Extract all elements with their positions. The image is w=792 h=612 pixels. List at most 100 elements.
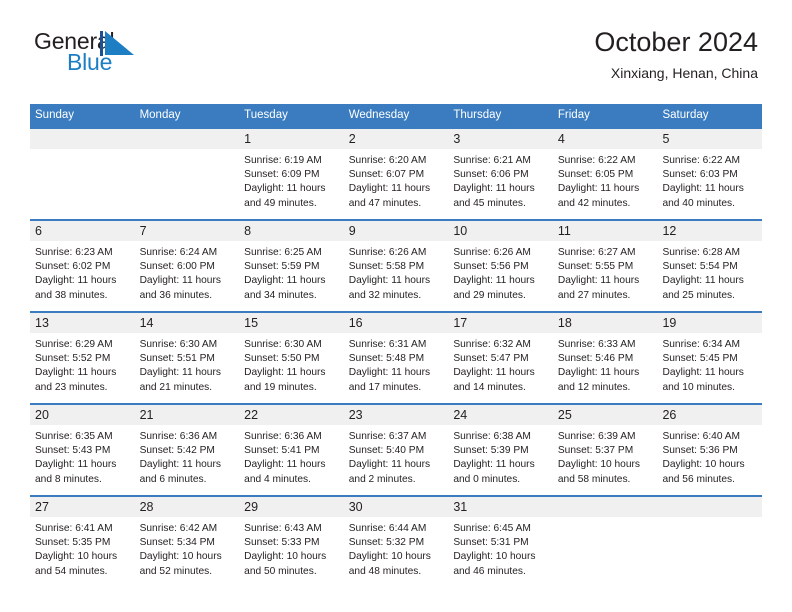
week-detail-band: Sunrise: 6:23 AM Sunset: 6:02 PM Dayligh… — [30, 241, 762, 312]
daylight-text-line1: Daylight: 11 hours — [662, 275, 744, 287]
day-number — [30, 129, 135, 149]
day-cell[interactable]: Sunrise: 6:34 AM Sunset: 5:45 PM Dayligh… — [657, 333, 762, 403]
sunset-text: Sunset: 5:37 PM — [557, 445, 634, 457]
sunrise-text: Sunrise: 6:38 AM — [453, 431, 531, 443]
weekday-header-tuesday: Tuesday — [244, 109, 288, 121]
day-cell[interactable]: Sunrise: 6:20 AM Sunset: 6:07 PM Dayligh… — [344, 149, 449, 219]
daylight-text-line1: Daylight: 11 hours — [662, 183, 744, 195]
daylight-text-line2: and 42 minutes. — [557, 197, 631, 209]
day-number — [135, 129, 240, 149]
daylight-text-line1: Daylight: 11 hours — [557, 275, 640, 287]
sunrise-text: Sunrise: 6:41 AM — [35, 523, 113, 535]
day-number: 31 — [453, 500, 468, 515]
brand-logo[interactable]: General Blue — [34, 30, 234, 82]
sunset-text: Sunset: 5:56 PM — [453, 261, 529, 273]
daylight-text-line2: and 50 minutes. — [244, 565, 317, 577]
daylight-text-line2: and 14 minutes. — [453, 381, 526, 393]
day-cell[interactable]: Sunrise: 6:38 AM Sunset: 5:39 PM Dayligh… — [448, 425, 553, 495]
day-cell[interactable]: Sunrise: 6:37 AM Sunset: 5:40 PM Dayligh… — [344, 425, 449, 495]
day-cell[interactable]: Sunrise: 6:45 AM Sunset: 5:31 PM Dayligh… — [448, 517, 553, 587]
page-title: October 2024 — [594, 27, 758, 57]
weekday-header-saturday: Saturday — [662, 109, 709, 121]
sunset-text: Sunset: 5:33 PM — [244, 537, 320, 549]
day-cell[interactable] — [553, 517, 658, 587]
day-cell[interactable] — [135, 149, 240, 219]
sunrise-text: Sunrise: 6:21 AM — [453, 155, 531, 167]
day-cell[interactable]: Sunrise: 6:21 AM Sunset: 6:06 PM Dayligh… — [448, 149, 553, 219]
daylight-text-line2: and 29 minutes. — [453, 289, 526, 301]
week-number-band: 6 7 8 9 10 11 12 — [30, 221, 762, 242]
sunrise-text: Sunrise: 6:25 AM — [244, 247, 322, 259]
day-cell[interactable] — [30, 149, 135, 219]
sunrise-text: Sunrise: 6:30 AM — [244, 339, 322, 351]
day-cell[interactable]: Sunrise: 6:22 AM Sunset: 6:05 PM Dayligh… — [553, 149, 658, 219]
sunrise-text: Sunrise: 6:32 AM — [453, 339, 531, 351]
day-cell[interactable]: Sunrise: 6:23 AM Sunset: 6:02 PM Dayligh… — [30, 241, 135, 311]
day-number: 25 — [557, 408, 572, 423]
sunrise-text: Sunrise: 6:35 AM — [35, 431, 113, 443]
sunset-text: Sunset: 5:31 PM — [453, 537, 529, 549]
daylight-text-line1: Daylight: 11 hours — [348, 459, 431, 471]
daylight-text-line2: and 21 minutes. — [139, 381, 213, 393]
week-number-band: 27 28 29 30 31 — [30, 497, 762, 518]
day-cell[interactable]: Sunrise: 6:35 AM Sunset: 5:43 PM Dayligh… — [30, 425, 135, 495]
daylight-text-line1: Daylight: 10 hours — [139, 551, 222, 563]
day-cell[interactable]: Sunrise: 6:36 AM Sunset: 5:41 PM Dayligh… — [239, 425, 344, 495]
day-cell[interactable]: Sunrise: 6:32 AM Sunset: 5:47 PM Dayligh… — [448, 333, 553, 403]
day-cell[interactable] — [657, 517, 762, 587]
day-cell[interactable]: Sunrise: 6:30 AM Sunset: 5:51 PM Dayligh… — [135, 333, 240, 403]
day-number: 7 — [139, 224, 147, 239]
weekday-header-sunday: Sunday — [35, 109, 75, 121]
day-cell[interactable]: Sunrise: 6:31 AM Sunset: 5:48 PM Dayligh… — [344, 333, 449, 403]
day-cell[interactable]: Sunrise: 6:41 AM Sunset: 5:35 PM Dayligh… — [30, 517, 135, 587]
sunset-text: Sunset: 5:50 PM — [244, 353, 320, 365]
daylight-text-line1: Daylight: 11 hours — [244, 459, 326, 471]
brand-name-blue: Blue — [67, 49, 113, 75]
day-number: 6 — [35, 224, 42, 239]
day-cell[interactable]: Sunrise: 6:39 AM Sunset: 5:37 PM Dayligh… — [553, 425, 658, 495]
day-cell[interactable]: Sunrise: 6:25 AM Sunset: 5:59 PM Dayligh… — [239, 241, 344, 311]
daylight-text-line1: Daylight: 10 hours — [453, 551, 536, 563]
day-cell[interactable]: Sunrise: 6:27 AM Sunset: 5:55 PM Dayligh… — [553, 241, 658, 311]
day-number: 29 — [244, 500, 259, 515]
day-cell[interactable]: Sunrise: 6:26 AM Sunset: 5:56 PM Dayligh… — [448, 241, 553, 311]
sunrise-text: Sunrise: 6:28 AM — [662, 247, 741, 259]
daylight-text-line2: and 10 minutes. — [662, 381, 735, 393]
day-cell[interactable]: Sunrise: 6:33 AM Sunset: 5:46 PM Dayligh… — [553, 333, 658, 403]
sunrise-text: Sunrise: 6:26 AM — [453, 247, 531, 259]
sunrise-text: Sunrise: 6:27 AM — [557, 247, 636, 259]
day-cell[interactable]: Sunrise: 6:19 AM Sunset: 6:09 PM Dayligh… — [239, 149, 344, 219]
day-cell[interactable]: Sunrise: 6:26 AM Sunset: 5:58 PM Dayligh… — [344, 241, 449, 311]
day-number: 23 — [348, 408, 363, 423]
day-cell[interactable]: Sunrise: 6:22 AM Sunset: 6:03 PM Dayligh… — [657, 149, 762, 219]
day-number — [553, 497, 658, 517]
day-cell[interactable]: Sunrise: 6:36 AM Sunset: 5:42 PM Dayligh… — [135, 425, 240, 495]
sunset-text: Sunset: 5:54 PM — [662, 261, 738, 273]
week-number-band: 1 2 3 4 5 — [30, 129, 762, 150]
sunrise-text: Sunrise: 6:29 AM — [35, 339, 113, 351]
day-cell[interactable]: Sunrise: 6:30 AM Sunset: 5:50 PM Dayligh… — [239, 333, 344, 403]
daylight-text-line1: Daylight: 11 hours — [348, 367, 431, 379]
daylight-text-line1: Daylight: 10 hours — [35, 551, 118, 563]
day-cell[interactable]: Sunrise: 6:44 AM Sunset: 5:32 PM Dayligh… — [344, 517, 449, 587]
title-block: October 2024 Xinxiang, Henan, China — [594, 27, 758, 82]
daylight-text-line2: and 48 minutes. — [348, 565, 422, 577]
daylight-text-line2: and 40 minutes. — [662, 197, 735, 209]
daylight-text-line1: Daylight: 11 hours — [139, 275, 221, 287]
day-cell[interactable]: Sunrise: 6:43 AM Sunset: 5:33 PM Dayligh… — [239, 517, 344, 587]
day-cell[interactable]: Sunrise: 6:29 AM Sunset: 5:52 PM Dayligh… — [30, 333, 135, 403]
calendar-week-row: 1 2 3 4 5 Sunrise: 6:19 AM Sunset: 6:09 … — [30, 127, 762, 220]
day-cell[interactable]: Sunrise: 6:28 AM Sunset: 5:54 PM Dayligh… — [657, 241, 762, 311]
sunset-text: Sunset: 5:34 PM — [139, 537, 215, 549]
day-cell[interactable]: Sunrise: 6:40 AM Sunset: 5:36 PM Dayligh… — [657, 425, 762, 495]
daylight-text-line1: Daylight: 11 hours — [244, 275, 326, 287]
day-cell[interactable]: Sunrise: 6:42 AM Sunset: 5:34 PM Dayligh… — [135, 517, 240, 587]
daylight-text-line1: Daylight: 11 hours — [35, 367, 117, 379]
day-number: 10 — [453, 224, 468, 239]
day-number: 16 — [348, 316, 363, 331]
page-subtitle: Xinxiang, Henan, China — [610, 65, 758, 82]
weekday-header-row: Sunday Monday Tuesday Wednesday Thursday… — [30, 104, 762, 128]
day-cell[interactable]: Sunrise: 6:24 AM Sunset: 6:00 PM Dayligh… — [135, 241, 240, 311]
day-number: 4 — [557, 132, 565, 147]
day-number: 15 — [244, 316, 259, 331]
